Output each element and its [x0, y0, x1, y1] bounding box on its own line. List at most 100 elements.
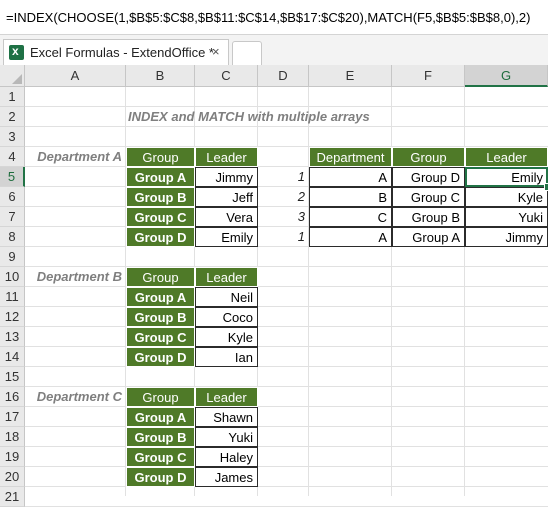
lookup-group-cell[interactable]: Group A	[392, 227, 465, 247]
leader-cell[interactable]: Kyle	[195, 327, 258, 347]
gridline-horizontal	[25, 326, 548, 327]
row-header-6[interactable]: 6	[0, 187, 25, 207]
lookup-department-cell[interactable]: B	[309, 187, 392, 207]
group-cell[interactable]: Group D	[126, 227, 195, 247]
tab-excel-formulas[interactable]: Excel Formulas - ExtendOffice * ×	[3, 39, 229, 65]
formula-bar[interactable]: =INDEX(CHOOSE(1,$B$5:$C$8,$B$11:$C$14,$B…	[0, 0, 548, 35]
row-header-2[interactable]: 2	[0, 107, 25, 127]
row-header-9[interactable]: 9	[0, 247, 25, 267]
leader-cell[interactable]: Jeff	[195, 187, 258, 207]
array-index-cell[interactable]: 1	[258, 227, 309, 247]
group-cell[interactable]: Group C	[126, 447, 195, 467]
excel-icon	[9, 44, 24, 60]
group-cell[interactable]: Group A	[126, 167, 195, 187]
gridline-horizontal	[25, 466, 548, 467]
select-all-corner[interactable]	[0, 65, 25, 87]
gridline-horizontal	[25, 306, 548, 307]
lookup-group-cell[interactable]: Group D	[392, 167, 465, 187]
gridline-horizontal	[25, 346, 548, 347]
group-cell[interactable]: Group B	[126, 307, 195, 327]
table-header-leader[interactable]: Leader	[195, 267, 258, 287]
column-header-d[interactable]: D	[258, 65, 309, 87]
row-header-12[interactable]: 12	[0, 307, 25, 327]
row-header-10[interactable]: 10	[0, 267, 25, 287]
lookup-group-cell[interactable]: Group B	[392, 207, 465, 227]
department-label[interactable]: Department B	[25, 267, 126, 287]
gridline-horizontal	[25, 366, 548, 367]
table-header-group[interactable]: Group	[126, 387, 195, 407]
leader-cell[interactable]: Coco	[195, 307, 258, 327]
row-header-14[interactable]: 14	[0, 347, 25, 367]
array-index-cell[interactable]: 3	[258, 207, 309, 227]
tab-bar: Excel Formulas - ExtendOffice * ×	[0, 35, 548, 66]
group-cell[interactable]: Group C	[126, 327, 195, 347]
lookup-leader-cell[interactable]: Yuki	[465, 207, 548, 227]
lookup-header-leader[interactable]: Leader	[465, 147, 548, 167]
row-header-19[interactable]: 19	[0, 447, 25, 467]
fill-handle[interactable]	[544, 183, 548, 191]
column-header-c[interactable]: C	[195, 65, 258, 87]
leader-cell[interactable]: Vera	[195, 207, 258, 227]
group-cell[interactable]: Group A	[126, 287, 195, 307]
leader-cell[interactable]: Ian	[195, 347, 258, 367]
leader-cell[interactable]: Haley	[195, 447, 258, 467]
leader-cell[interactable]: Emily	[195, 227, 258, 247]
row-header-17[interactable]: 17	[0, 407, 25, 427]
lookup-leader-cell[interactable]: Jimmy	[465, 227, 548, 247]
lookup-department-cell[interactable]: A	[309, 227, 392, 247]
array-index-cell[interactable]: 2	[258, 187, 309, 207]
lookup-header-group[interactable]: Group	[392, 147, 465, 167]
table-header-group[interactable]: Group	[126, 147, 195, 167]
row-header-21[interactable]: 21	[0, 487, 25, 507]
group-cell[interactable]: Group C	[126, 207, 195, 227]
lookup-department-cell[interactable]: A	[309, 167, 392, 187]
spreadsheet-grid[interactable]: A B C D E F G 1 2 3 4 5 6 7 8 9 10 11 12 13 14 15 16 17 18 19 20 21…	[0, 65, 548, 507]
leader-cell[interactable]: James	[195, 467, 258, 487]
row-header-18[interactable]: 18	[0, 427, 25, 447]
row-header-8[interactable]: 8	[0, 227, 25, 247]
group-cell[interactable]: Group D	[126, 467, 195, 487]
row-header-3[interactable]: 3	[0, 127, 25, 147]
leader-cell[interactable]: Shawn	[195, 407, 258, 427]
lookup-group-cell[interactable]: Group C	[392, 187, 465, 207]
formula-text[interactable]: =INDEX(CHOOSE(1,$B$5:$C$8,$B$11:$C$14,$B…	[6, 10, 530, 25]
array-index-cell[interactable]: 1	[258, 167, 309, 187]
lookup-department-cell[interactable]: C	[309, 207, 392, 227]
gridline-horizontal	[25, 426, 548, 427]
leader-cell[interactable]: Yuki	[195, 427, 258, 447]
column-header-f[interactable]: F	[392, 65, 465, 87]
gridline-horizontal	[25, 486, 548, 487]
group-cell[interactable]: Group B	[126, 427, 195, 447]
row-header-5[interactable]: 5	[0, 167, 25, 187]
column-header-e[interactable]: E	[309, 65, 392, 87]
row-header-20[interactable]: 20	[0, 467, 25, 487]
sheet-title[interactable]: INDEX and MATCH with multiple arrays	[128, 107, 468, 127]
row-header-13[interactable]: 13	[0, 327, 25, 347]
lookup-leader-cell[interactable]: Kyle	[465, 187, 548, 207]
group-cell[interactable]: Group A	[126, 407, 195, 427]
department-label[interactable]: Department C	[25, 387, 126, 407]
active-cell[interactable]: Emily	[465, 167, 548, 187]
row-header-1[interactable]: 1	[0, 87, 25, 107]
table-header-leader[interactable]: Leader	[195, 387, 258, 407]
gridline-horizontal	[25, 446, 548, 447]
new-tab-button[interactable]	[232, 41, 262, 65]
tab-title: Excel Formulas - ExtendOffice *	[30, 45, 214, 60]
row-header-15[interactable]: 15	[0, 367, 25, 387]
table-header-leader[interactable]: Leader	[195, 147, 258, 167]
row-header-4[interactable]: 4	[0, 147, 25, 167]
group-cell[interactable]: Group B	[126, 187, 195, 207]
department-label[interactable]: Department A	[25, 147, 126, 167]
column-header-g[interactable]: G	[465, 65, 548, 87]
column-header-b[interactable]: B	[126, 65, 195, 87]
column-header-a[interactable]: A	[25, 65, 126, 87]
leader-cell[interactable]: Neil	[195, 287, 258, 307]
row-header-7[interactable]: 7	[0, 207, 25, 227]
lookup-header-department[interactable]: Department	[309, 147, 392, 167]
table-header-group[interactable]: Group	[126, 267, 195, 287]
close-icon[interactable]: ×	[212, 44, 220, 59]
leader-cell[interactable]: Jimmy	[195, 167, 258, 187]
group-cell[interactable]: Group D	[126, 347, 195, 367]
row-header-11[interactable]: 11	[0, 287, 25, 307]
row-header-16[interactable]: 16	[0, 387, 25, 407]
